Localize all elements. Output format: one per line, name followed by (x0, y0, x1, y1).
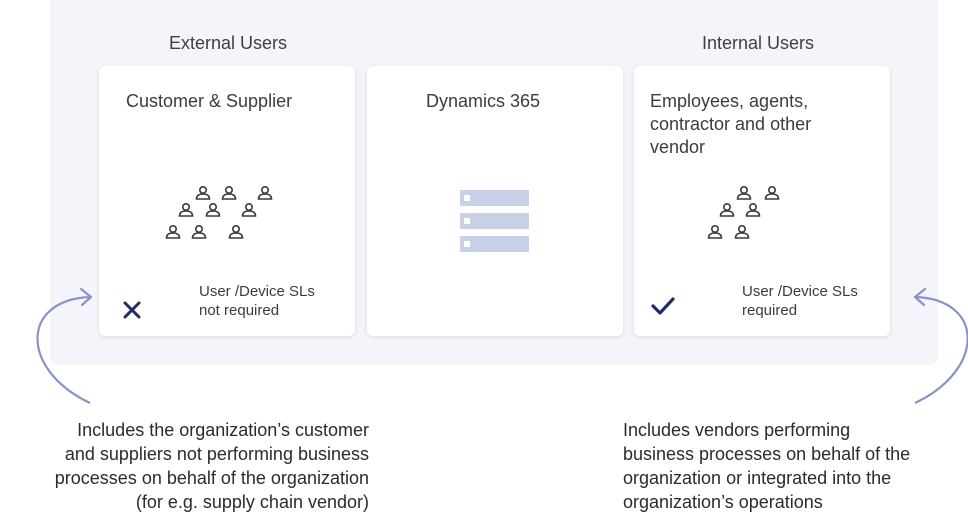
left-curved-arrow (36, 295, 91, 404)
internal-users-note: Includes vendors performing business pro… (623, 420, 911, 512)
external-users-note: Includes the organization’s customer and… (54, 420, 369, 512)
right-curved-arrow (914, 295, 968, 404)
